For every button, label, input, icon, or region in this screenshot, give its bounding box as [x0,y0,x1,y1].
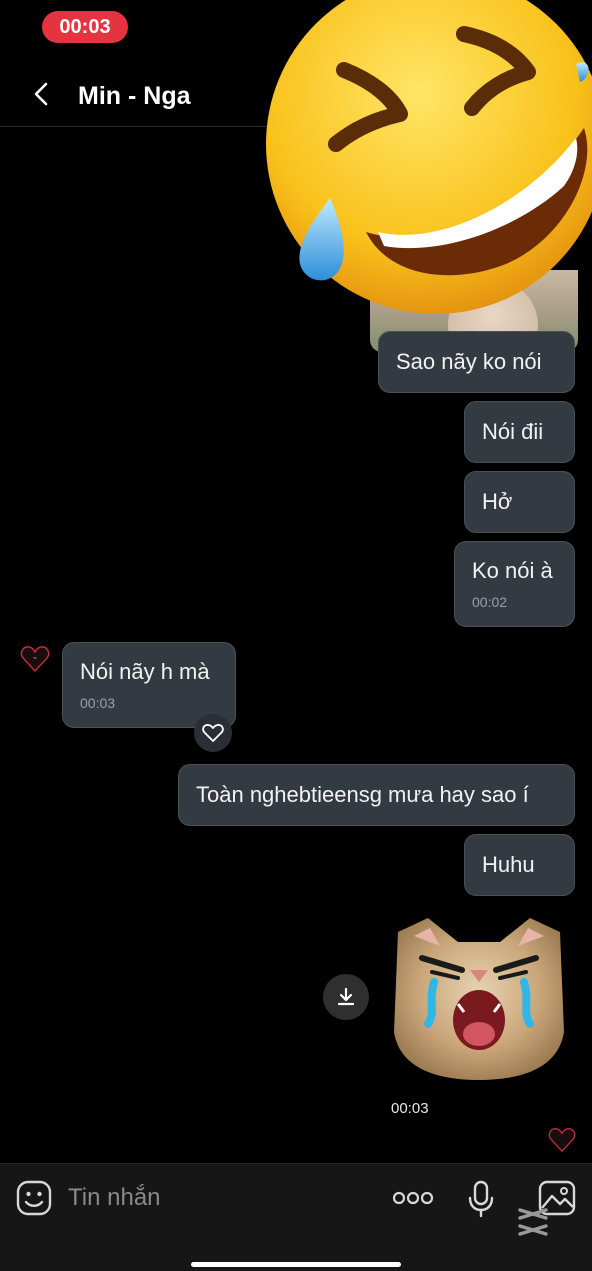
laughing-emoji-sticker [266,0,592,314]
message-bubble[interactable]: Huhu [464,834,575,896]
crying-cat-sticker[interactable] [388,912,570,1082]
message-bubble[interactable]: Ko nói à 00:02 [454,541,575,627]
message-text: Nói nãy h mà [80,659,210,684]
message-text: Huhu [482,852,535,877]
message-time: 00:03 [80,695,116,711]
message-text: Ko nói à [472,558,553,583]
contact-avatar[interactable]: ~ [20,644,50,674]
message-bubble[interactable]: Nói đii [464,401,575,463]
message-time: 00:02 [472,594,508,610]
svg-text:~: ~ [33,656,37,662]
chevron-left-icon[interactable] [28,80,56,108]
heart-icon [202,724,224,742]
chat-title[interactable]: Min - Nga [78,82,191,111]
message-text: Nói đii [482,419,544,444]
capcut-watermark-icon [518,1208,548,1236]
seen-avatar [548,1128,576,1153]
emoji-icon[interactable] [16,1180,52,1216]
message-bubble[interactable]: Hở [464,471,575,533]
message-bubble[interactable]: Toàn nghebtieensg mưa hay sao í [178,764,575,826]
message-input[interactable] [68,1180,368,1216]
more-icon[interactable] [392,1188,434,1208]
microphone-icon[interactable] [468,1180,494,1218]
message-bubble[interactable]: Sao nãy ko nói [378,331,575,393]
message-text: Hở [482,489,513,514]
call-timer-pill[interactable]: 00:03 [42,11,128,43]
home-indicator[interactable] [191,1262,401,1267]
message-text: Toàn nghebtieensg mưa hay sao í [196,782,529,807]
message-time: 00:03 [391,1100,429,1117]
call-timer: 00:03 [59,15,111,38]
message-input-bar [0,1163,592,1271]
download-icon [337,987,355,1006]
message-text: Sao nãy ko nói [396,349,542,374]
react-button[interactable] [194,714,232,752]
download-button[interactable] [323,974,369,1020]
